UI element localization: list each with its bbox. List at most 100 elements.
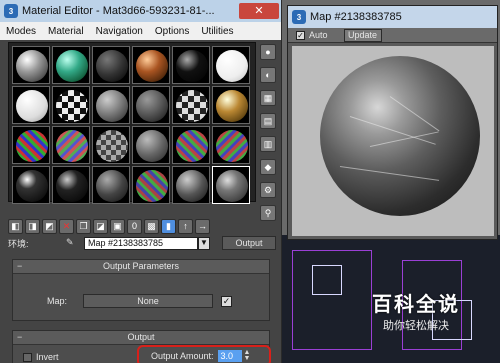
sample-type-icon[interactable]: ● [260, 44, 276, 60]
watermark-title: 百科全说 [372, 294, 460, 316]
auto-label: Auto [309, 30, 328, 40]
output-rollout: − Output Invert Output Amount: 3.0 ▲ ▼ [12, 330, 271, 363]
menu-navigation[interactable]: Navigation [90, 26, 149, 37]
material-editor-window: 3 Material Editor - Mat3d66-593231-81-..… [0, 0, 282, 363]
sample-slot[interactable] [52, 166, 90, 204]
type-button[interactable]: Output [222, 236, 276, 250]
sample-slot[interactable] [92, 126, 130, 164]
go-forward-sibling-icon[interactable]: → [195, 218, 210, 234]
rollout-title: Output Parameters [102, 261, 180, 271]
menu-material[interactable]: Material [42, 26, 90, 37]
menu-options[interactable]: Options [149, 26, 195, 37]
show-map-icon[interactable]: ▩ [144, 218, 159, 234]
material-sphere [136, 170, 168, 202]
output-amount-label: Output Amount: [151, 351, 214, 361]
app-icon: 3 [4, 4, 18, 18]
material-sphere [56, 50, 88, 82]
material-sphere [56, 130, 88, 162]
material-sphere [136, 50, 168, 82]
uv-tiling-icon[interactable]: ▤ [260, 113, 276, 129]
material-editor-titlebar: 3 Material Editor - Mat3d66-593231-81-..… [0, 0, 281, 22]
sample-slot[interactable] [12, 166, 50, 204]
sample-slot[interactable] [52, 126, 90, 164]
update-button[interactable]: Update [343, 28, 382, 42]
watermark: 百科全说 助你轻松解决 [350, 282, 480, 334]
output-amount-field[interactable]: 3.0 [217, 350, 242, 362]
material-name-row: 环境: ✎ Map #2138383785 ▼ Output [8, 236, 278, 250]
sample-slot[interactable] [172, 46, 210, 84]
wireframe-object [312, 265, 342, 295]
put-to-scene-icon[interactable]: ◨ [25, 218, 40, 234]
output-parameters-rollout: − Output Parameters Map: None ✓ [12, 259, 270, 321]
marble-sphere [320, 56, 480, 216]
collapse-icon: − [17, 261, 23, 271]
sample-slot[interactable] [52, 86, 90, 124]
sample-slot[interactable] [132, 46, 170, 84]
menubar: Modes Material Navigation Options Utilit… [0, 22, 281, 40]
make-preview-icon[interactable]: ◆ [260, 159, 276, 175]
map-window-titlebar: 3 Map #2138383785 [288, 6, 497, 28]
sample-slot[interactable] [52, 46, 90, 84]
get-material-icon[interactable]: ◧ [8, 218, 23, 234]
sample-slot[interactable] [172, 126, 210, 164]
map-none-button[interactable]: None [83, 294, 213, 308]
sample-slot[interactable] [92, 46, 130, 84]
material-sphere [56, 170, 88, 202]
invert-label: Invert [36, 352, 59, 362]
chevron-down-icon[interactable]: ▼ [198, 236, 210, 250]
output-parameters-header[interactable]: − Output Parameters [13, 260, 269, 274]
options-icon[interactable]: ⚙ [260, 182, 276, 198]
video-color-check-icon[interactable]: ▥ [260, 136, 276, 152]
sample-slot[interactable] [132, 86, 170, 124]
material-sphere [96, 50, 128, 82]
sample-slot[interactable] [132, 126, 170, 164]
sample-slot[interactable] [92, 166, 130, 204]
menu-modes[interactable]: Modes [0, 26, 42, 37]
material-sphere [96, 170, 128, 202]
map-window-title: Map #2138383785 [310, 11, 402, 23]
material-sphere [136, 130, 168, 162]
assign-to-selection-icon[interactable]: ◩ [42, 218, 57, 234]
map-name-field[interactable]: Map #2138383785 [84, 236, 198, 250]
sample-slot[interactable] [132, 166, 170, 204]
name-label: 环境: [8, 238, 29, 249]
map-preview-area [292, 46, 494, 236]
sample-slot[interactable] [12, 126, 50, 164]
material-sphere [96, 90, 128, 122]
invert-checkbox[interactable] [23, 352, 32, 362]
marble-vein [339, 166, 440, 181]
map-enable-checkbox[interactable]: ✓ [221, 295, 232, 307]
sample-slot[interactable] [212, 46, 250, 84]
material-sphere [176, 50, 208, 82]
put-to-library-icon[interactable]: ▣ [110, 218, 125, 234]
copy-material-icon[interactable]: ❐ [76, 218, 91, 234]
reset-map-icon[interactable]: ✕ [59, 218, 74, 234]
sample-slot-active[interactable] [212, 166, 250, 204]
go-to-parent-icon[interactable]: ↑ [178, 218, 193, 234]
sample-slot[interactable] [212, 86, 250, 124]
backlight-icon[interactable]: ◐ [260, 67, 276, 83]
auto-checkbox[interactable]: ✓ [296, 30, 305, 40]
material-id-icon[interactable]: 0 [127, 218, 142, 234]
show-end-result-icon[interactable]: ▮ [161, 218, 176, 234]
output-header[interactable]: − Output [13, 331, 269, 345]
invert-option[interactable]: Invert [23, 352, 59, 362]
eyedropper-icon[interactable]: ✎ [66, 237, 80, 249]
menu-utilities[interactable]: Utilities [195, 26, 239, 37]
map-row: Map: None ✓ [47, 294, 232, 308]
sample-slot[interactable] [212, 126, 250, 164]
make-unique-icon[interactable]: ◪ [93, 218, 108, 234]
material-sphere [216, 130, 248, 162]
background-icon[interactable]: ▦ [260, 90, 276, 106]
spinner-icon[interactable]: ▲ ▼ [244, 349, 252, 362]
sample-slot[interactable] [12, 46, 50, 84]
sample-slot[interactable] [12, 86, 50, 124]
sample-slot[interactable] [172, 166, 210, 204]
collapse-icon: − [17, 332, 23, 342]
sample-slot[interactable] [172, 86, 210, 124]
material-sphere [16, 50, 48, 82]
watermark-subtitle: 助你轻松解决 [383, 320, 449, 332]
close-button[interactable]: ✕ [239, 3, 279, 19]
sample-slot[interactable] [92, 86, 130, 124]
rollout-title: Output [127, 332, 155, 342]
